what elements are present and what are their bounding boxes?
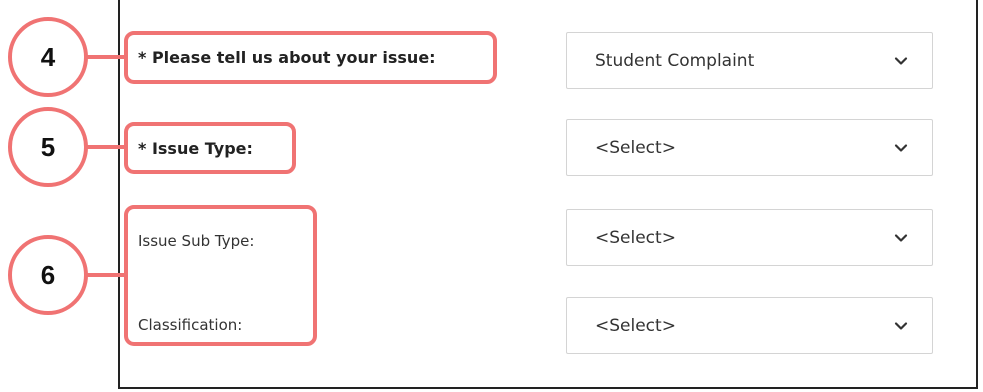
- chevron-down-icon: [894, 141, 908, 155]
- highlight-box-5: [124, 122, 296, 174]
- screenshot-stage: * Please tell us about your issue: * Iss…: [0, 0, 983, 392]
- chevron-down-icon: [894, 54, 908, 68]
- step-callout-4: 4: [8, 17, 88, 97]
- callout-connector-4: [87, 55, 127, 59]
- chevron-down-icon: [894, 319, 908, 333]
- issue-type-value: <Select>: [595, 137, 676, 158]
- callout-connector-5: [87, 145, 127, 149]
- chevron-down-icon: [894, 231, 908, 245]
- classification-select[interactable]: <Select>: [566, 297, 933, 354]
- issue-description-select[interactable]: Student Complaint: [566, 32, 933, 89]
- step-callout-5: 5: [8, 107, 88, 187]
- issue-sub-type-select[interactable]: <Select>: [566, 209, 933, 266]
- highlight-box-6: [124, 205, 317, 346]
- issue-type-select[interactable]: <Select>: [566, 119, 933, 176]
- step-callout-6: 6: [8, 235, 88, 315]
- callout-connector-6: [87, 273, 127, 277]
- issue-sub-type-value: <Select>: [595, 227, 676, 248]
- highlight-box-4: [124, 31, 497, 84]
- classification-value: <Select>: [595, 315, 676, 336]
- issue-description-value: Student Complaint: [595, 50, 755, 71]
